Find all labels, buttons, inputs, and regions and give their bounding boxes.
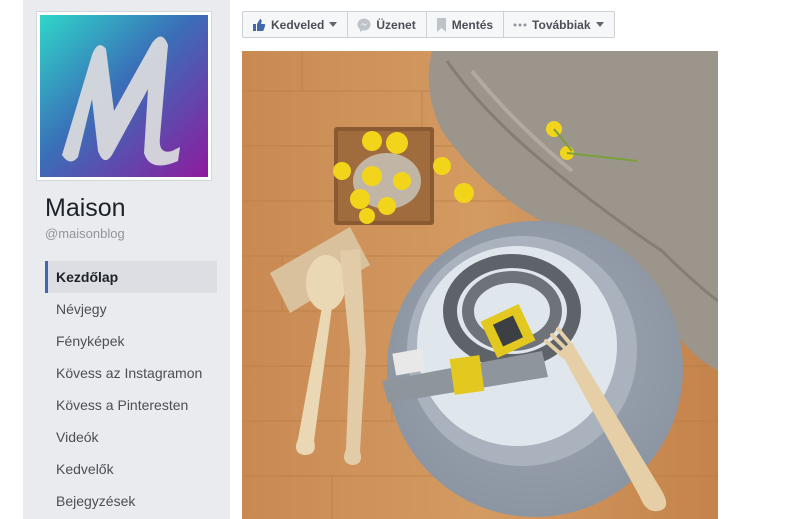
chevron-down-icon: [595, 22, 604, 27]
page-handle[interactable]: @maisonblog: [45, 226, 125, 241]
nav-item-instagram[interactable]: Kövess az Instagramon: [45, 357, 217, 389]
nav-item-posts[interactable]: Bejegyzések: [45, 485, 217, 517]
like-button[interactable]: Kedveled: [243, 12, 349, 37]
chevron-down-icon: [329, 22, 338, 27]
like-button-label: Kedveled: [271, 17, 325, 32]
nav-item-likes[interactable]: Kedvelők: [45, 453, 217, 485]
bookmark-icon: [436, 17, 447, 32]
message-button[interactable]: Üzenet: [348, 12, 427, 37]
maison-logo-icon: [40, 15, 208, 177]
save-button[interactable]: Mentés: [427, 12, 505, 37]
messenger-icon: [357, 18, 371, 32]
message-button-label: Üzenet: [376, 17, 416, 32]
nav-item-pinterest[interactable]: Kövess a Pinteresten: [45, 389, 217, 421]
more-button-label: Továbbiak: [532, 17, 591, 32]
page-title[interactable]: Maison: [45, 194, 126, 223]
cover-photo[interactable]: [242, 51, 718, 519]
more-button[interactable]: Továbbiak: [504, 12, 613, 37]
nav-item-about[interactable]: Névjegy: [45, 293, 217, 325]
profile-picture[interactable]: [36, 11, 212, 181]
more-dots-icon: [513, 23, 527, 27]
nav-item-photos[interactable]: Fényképek: [45, 325, 217, 357]
page-action-bar: Kedveled Üzenet Mentés Továbbiak: [242, 11, 615, 38]
page-nav: Kezdőlap Névjegy Fényképek Kövess az Ins…: [45, 261, 217, 517]
left-sidebar: Maison @maisonblog Kezdőlap Névjegy Fény…: [23, 0, 230, 519]
facebook-page: Maison @maisonblog Kezdőlap Névjegy Fény…: [0, 0, 800, 519]
save-button-label: Mentés: [451, 17, 494, 32]
nav-item-videos[interactable]: Videók: [45, 421, 217, 453]
thumbs-up-icon: [252, 18, 266, 32]
tableware-photo: [242, 51, 718, 519]
nav-item-home[interactable]: Kezdőlap: [45, 261, 217, 293]
